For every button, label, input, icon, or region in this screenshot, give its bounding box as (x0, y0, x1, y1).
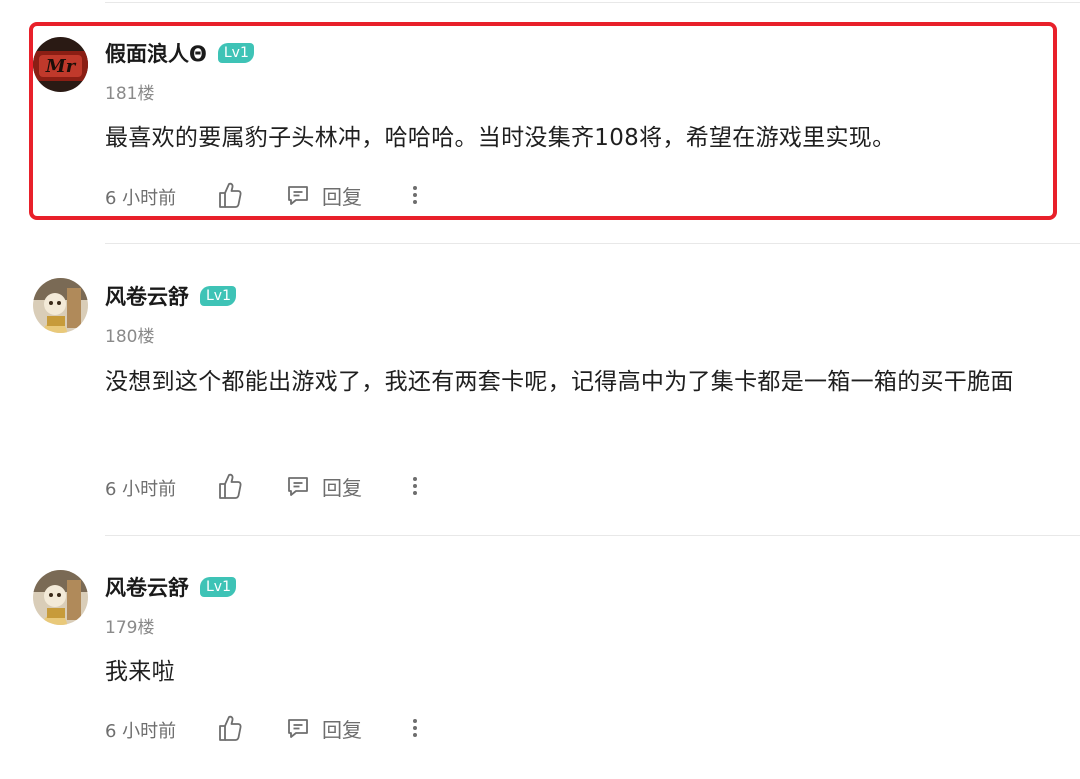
more-vertical-icon (413, 186, 417, 204)
like-button[interactable] (217, 713, 243, 743)
comment-icon (288, 477, 308, 496)
name-row: 风卷云舒 Lv1 (105, 282, 236, 310)
thumbs-up-icon (219, 715, 242, 741)
more-vertical-icon (413, 477, 417, 495)
username[interactable]: 风卷云舒 (105, 572, 189, 602)
thumbs-up-icon (219, 473, 242, 499)
name-row: 风卷云舒 Lv1 (105, 573, 236, 601)
mr-logo-avatar: Mr (33, 37, 88, 92)
comment-actions: 6 小时前 回复 (105, 471, 1080, 503)
floor-number: 181楼 (105, 84, 155, 104)
comment-icon (288, 186, 308, 205)
comment-actions: 6 小时前 回复 (105, 713, 1080, 745)
more-options-button[interactable] (405, 713, 425, 743)
reply-button[interactable]: 回复 (286, 713, 362, 743)
timestamp: 6 小时前 (105, 721, 177, 742)
more-options-button[interactable] (405, 180, 425, 210)
cartoon-avatar (33, 278, 88, 333)
reply-label: 回复 (322, 475, 362, 500)
reply-button[interactable]: 回复 (286, 180, 362, 210)
reply-label: 回复 (322, 717, 362, 742)
svg-text:Mr: Mr (45, 56, 77, 77)
comment-item: 风卷云舒 Lv1 180楼 没想到这个都能出游戏了，我还有两套卡呢，记得高中为了… (0, 244, 1080, 534)
user-avatar[interactable]: Mr (33, 37, 88, 92)
like-button[interactable] (217, 180, 243, 210)
more-vertical-icon (413, 719, 417, 737)
level-badge: Lv1 (200, 577, 236, 597)
comment-text: 最喜欢的要属豹子头林冲，哈哈哈。当时没集齐108将，希望在游戏里实现。 (105, 125, 896, 151)
more-options-button[interactable] (405, 471, 425, 501)
comment-actions: 6 小时前 回复 (105, 180, 1080, 212)
thumbs-up-icon (219, 182, 242, 208)
level-badge: Lv1 (217, 43, 254, 63)
username[interactable]: 假面浪人Θ (105, 38, 207, 68)
comment-item: 风卷云舒 Lv1 179楼 我来啦 6 小时前 回复 (0, 536, 1080, 779)
user-avatar[interactable] (33, 278, 88, 333)
like-button[interactable] (217, 471, 243, 501)
user-avatar[interactable] (33, 570, 88, 625)
timestamp: 6 小时前 (105, 479, 177, 500)
timestamp: 6 小时前 (105, 188, 177, 209)
reply-button[interactable]: 回复 (286, 471, 362, 501)
comment-icon (288, 719, 308, 738)
reply-label: 回复 (322, 184, 362, 209)
comment-item: Mr 假面浪人Θ Lv1 181楼 最喜欢的要属豹子头林冲，哈哈哈。当时没集齐1… (0, 0, 1080, 240)
name-row: 假面浪人Θ Lv1 (105, 39, 254, 67)
floor-number: 179楼 (105, 618, 155, 638)
cartoon-avatar (33, 570, 88, 625)
level-badge: Lv1 (200, 286, 236, 306)
comment-text: 没想到这个都能出游戏了，我还有两套卡呢，记得高中为了集卡都是一箱一箱的买干脆面 (105, 369, 1014, 395)
comment-text: 我来啦 (105, 659, 175, 685)
username[interactable]: 风卷云舒 (105, 281, 189, 311)
floor-number: 180楼 (105, 327, 155, 347)
